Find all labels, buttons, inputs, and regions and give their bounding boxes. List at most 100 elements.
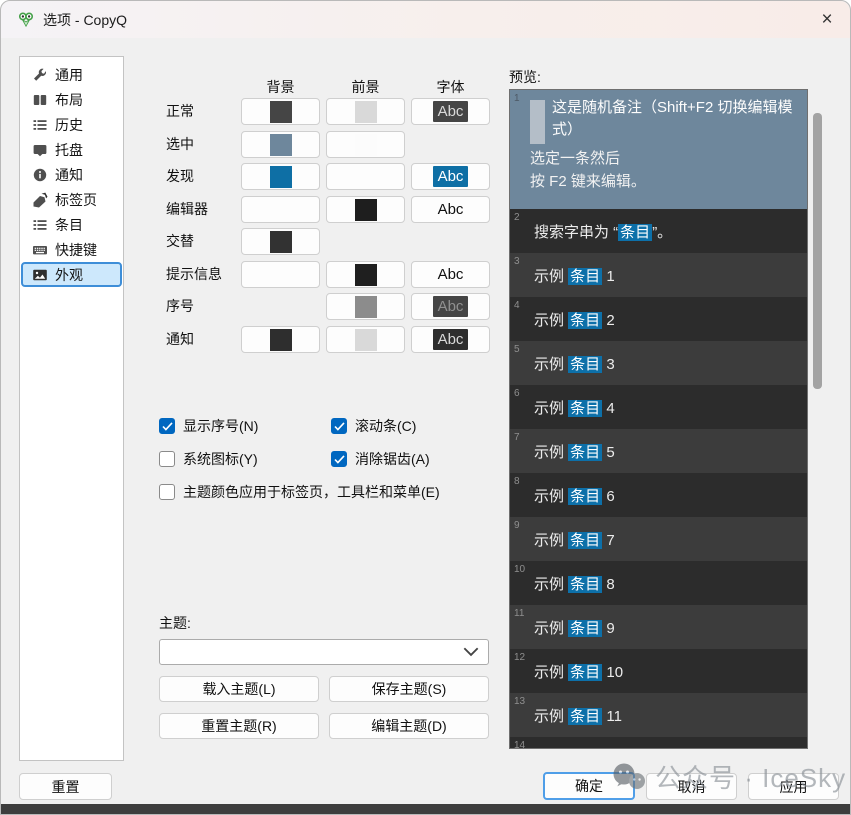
checkbox-system-icons[interactable]: 系统图标(Y)	[159, 450, 258, 468]
sidebar-item-tray[interactable]: 托盘	[21, 137, 122, 162]
preview-item[interactable]: 13 示例 条目 11	[510, 693, 807, 737]
scrollbar-thumb[interactable]	[813, 113, 822, 389]
apply-button[interactable]: 应用	[748, 773, 839, 800]
row-number: 10	[514, 564, 525, 575]
reset-theme-button[interactable]: 重置主题(R)	[159, 713, 319, 739]
search-match-highlight: 条目	[568, 444, 602, 461]
number-foreground-button[interactable]	[326, 293, 405, 320]
tooltip-background-button[interactable]	[241, 261, 320, 288]
checkbox-show-row-numbers[interactable]: 显示序号(N)	[159, 417, 258, 435]
preview-item-selected[interactable]: 1 这是随机备注（Shift+F2 切换编辑模式） 选定一条然后 按 F2 键来…	[510, 90, 807, 209]
sidebar-item-items[interactable]: 条目	[21, 212, 122, 237]
checkbox-box[interactable]	[331, 451, 347, 467]
sidebar-item-label: 历史	[55, 115, 83, 135]
reset-button[interactable]: 重置	[19, 773, 112, 800]
search-match-highlight: 条目	[568, 620, 602, 637]
list-icon	[31, 216, 48, 233]
column-header-background: 背景	[241, 77, 320, 97]
color-swatch	[355, 296, 377, 318]
note-indicator-bar	[530, 100, 545, 144]
row-label: 发现	[166, 163, 194, 190]
checkbox-box[interactable]	[159, 484, 175, 500]
preview-label: 预览:	[509, 67, 541, 87]
editor-font-button[interactable]: Abc	[411, 196, 490, 223]
sidebar-item-shortcuts[interactable]: 快捷键	[21, 237, 122, 262]
font-sample: Abc	[433, 101, 469, 122]
preview-item[interactable]: 2 搜索字串为 “条目”。	[510, 209, 807, 253]
tooltip-font-button[interactable]: Abc	[411, 261, 490, 288]
preview-item[interactable]: 11 示例 条目 9	[510, 605, 807, 649]
cancel-button[interactable]: 取消	[646, 773, 737, 800]
checkbox-box[interactable]	[159, 418, 175, 434]
item-text: 示例 条目 2	[534, 309, 615, 330]
tray-icon	[31, 141, 48, 158]
sidebar-item-layout[interactable]: 布局	[21, 87, 122, 112]
normal-font-button[interactable]: Abc	[411, 98, 490, 125]
editor-foreground-button[interactable]	[326, 196, 405, 223]
row-number: 1	[514, 93, 520, 104]
sidebar-item-appearance[interactable]: 外观	[21, 262, 122, 287]
preview-item[interactable]: 8 示例 条目 6	[510, 473, 807, 517]
notification-background-button[interactable]	[241, 326, 320, 353]
preview-scrollbar[interactable]	[813, 89, 822, 749]
item-text: 示例 条目 12	[534, 749, 623, 750]
preview-item[interactable]: 3 示例 条目 1	[510, 253, 807, 297]
sidebar-item-general[interactable]: 通用	[21, 62, 122, 87]
preview-item[interactable]: 14 示例 条目 12	[510, 737, 807, 749]
checkbox-scrollbars[interactable]: 滚动条(C)	[331, 417, 416, 435]
item-text: 示例 条目 8	[534, 573, 615, 594]
preview-item[interactable]: 10 示例 条目 8	[510, 561, 807, 605]
preview-item[interactable]: 12 示例 条目 10	[510, 649, 807, 693]
sidebar-item-history[interactable]: 历史	[21, 112, 122, 137]
selected-foreground-button[interactable]	[326, 131, 405, 158]
number-font-button[interactable]: Abc	[411, 293, 490, 320]
preview-item[interactable]: 7 示例 条目 5	[510, 429, 807, 473]
alternate-background-button[interactable]	[241, 228, 320, 255]
tooltip-foreground-button[interactable]	[326, 261, 405, 288]
load-theme-button[interactable]: 载入主题(L)	[159, 676, 319, 702]
preview-item[interactable]: 9 示例 条目 7	[510, 517, 807, 561]
preview-item[interactable]: 4 示例 条目 2	[510, 297, 807, 341]
notification-foreground-button[interactable]	[326, 326, 405, 353]
selected-background-button[interactable]	[241, 131, 320, 158]
sidebar-item-tabs[interactable]: 标签页	[21, 187, 122, 212]
normal-background-button[interactable]	[241, 98, 320, 125]
save-theme-button[interactable]: 保存主题(S)	[329, 676, 489, 702]
normal-foreground-button[interactable]	[326, 98, 405, 125]
color-row-number: 序号 Abc	[159, 293, 490, 320]
row-number: 4	[514, 300, 520, 311]
found-background-button[interactable]	[241, 163, 320, 190]
checkbox-box[interactable]	[331, 418, 347, 434]
checkbox-label: 主题颜色应用于标签页，工具栏和菜单(E)	[183, 482, 440, 502]
editor-background-button[interactable]	[241, 196, 320, 223]
found-font-button[interactable]: Abc	[411, 163, 490, 190]
checkbox-antialias[interactable]: 消除锯齿(A)	[331, 450, 430, 468]
color-swatch	[270, 329, 292, 351]
info-icon	[31, 166, 48, 183]
preview-item[interactable]: 5 示例 条目 3	[510, 341, 807, 385]
row-label: 正常	[166, 98, 194, 125]
checkbox-label: 消除锯齿(A)	[355, 449, 430, 469]
item-text: 示例 条目 4	[534, 397, 615, 418]
notification-font-button[interactable]: Abc	[411, 326, 490, 353]
preview-item[interactable]: 6 示例 条目 4	[510, 385, 807, 429]
found-foreground-button[interactable]	[326, 163, 405, 190]
ok-button[interactable]: 确定	[543, 772, 635, 800]
search-match-highlight: 条目	[568, 400, 602, 417]
row-label: 编辑器	[166, 196, 208, 223]
theme-combobox[interactable]	[159, 639, 489, 665]
image-icon	[31, 266, 48, 283]
row-number: 3	[514, 256, 520, 267]
sidebar-item-notifications[interactable]: 通知	[21, 162, 122, 187]
edit-theme-button[interactable]: 编辑主题(D)	[329, 713, 489, 739]
close-button[interactable]: ×	[804, 1, 850, 38]
row-label: 选中	[166, 131, 194, 158]
color-swatch	[355, 166, 377, 188]
search-match-highlight: 条目	[568, 312, 602, 329]
checkbox-box[interactable]	[159, 451, 175, 467]
row-label: 交替	[166, 228, 194, 255]
checkbox-theme-colors-everywhere[interactable]: 主题颜色应用于标签页，工具栏和菜单(E)	[159, 483, 440, 501]
row-number: 5	[514, 344, 520, 355]
color-row-tooltip: 提示信息 Abc	[159, 261, 490, 288]
item-text: 示例 条目 5	[534, 441, 615, 462]
